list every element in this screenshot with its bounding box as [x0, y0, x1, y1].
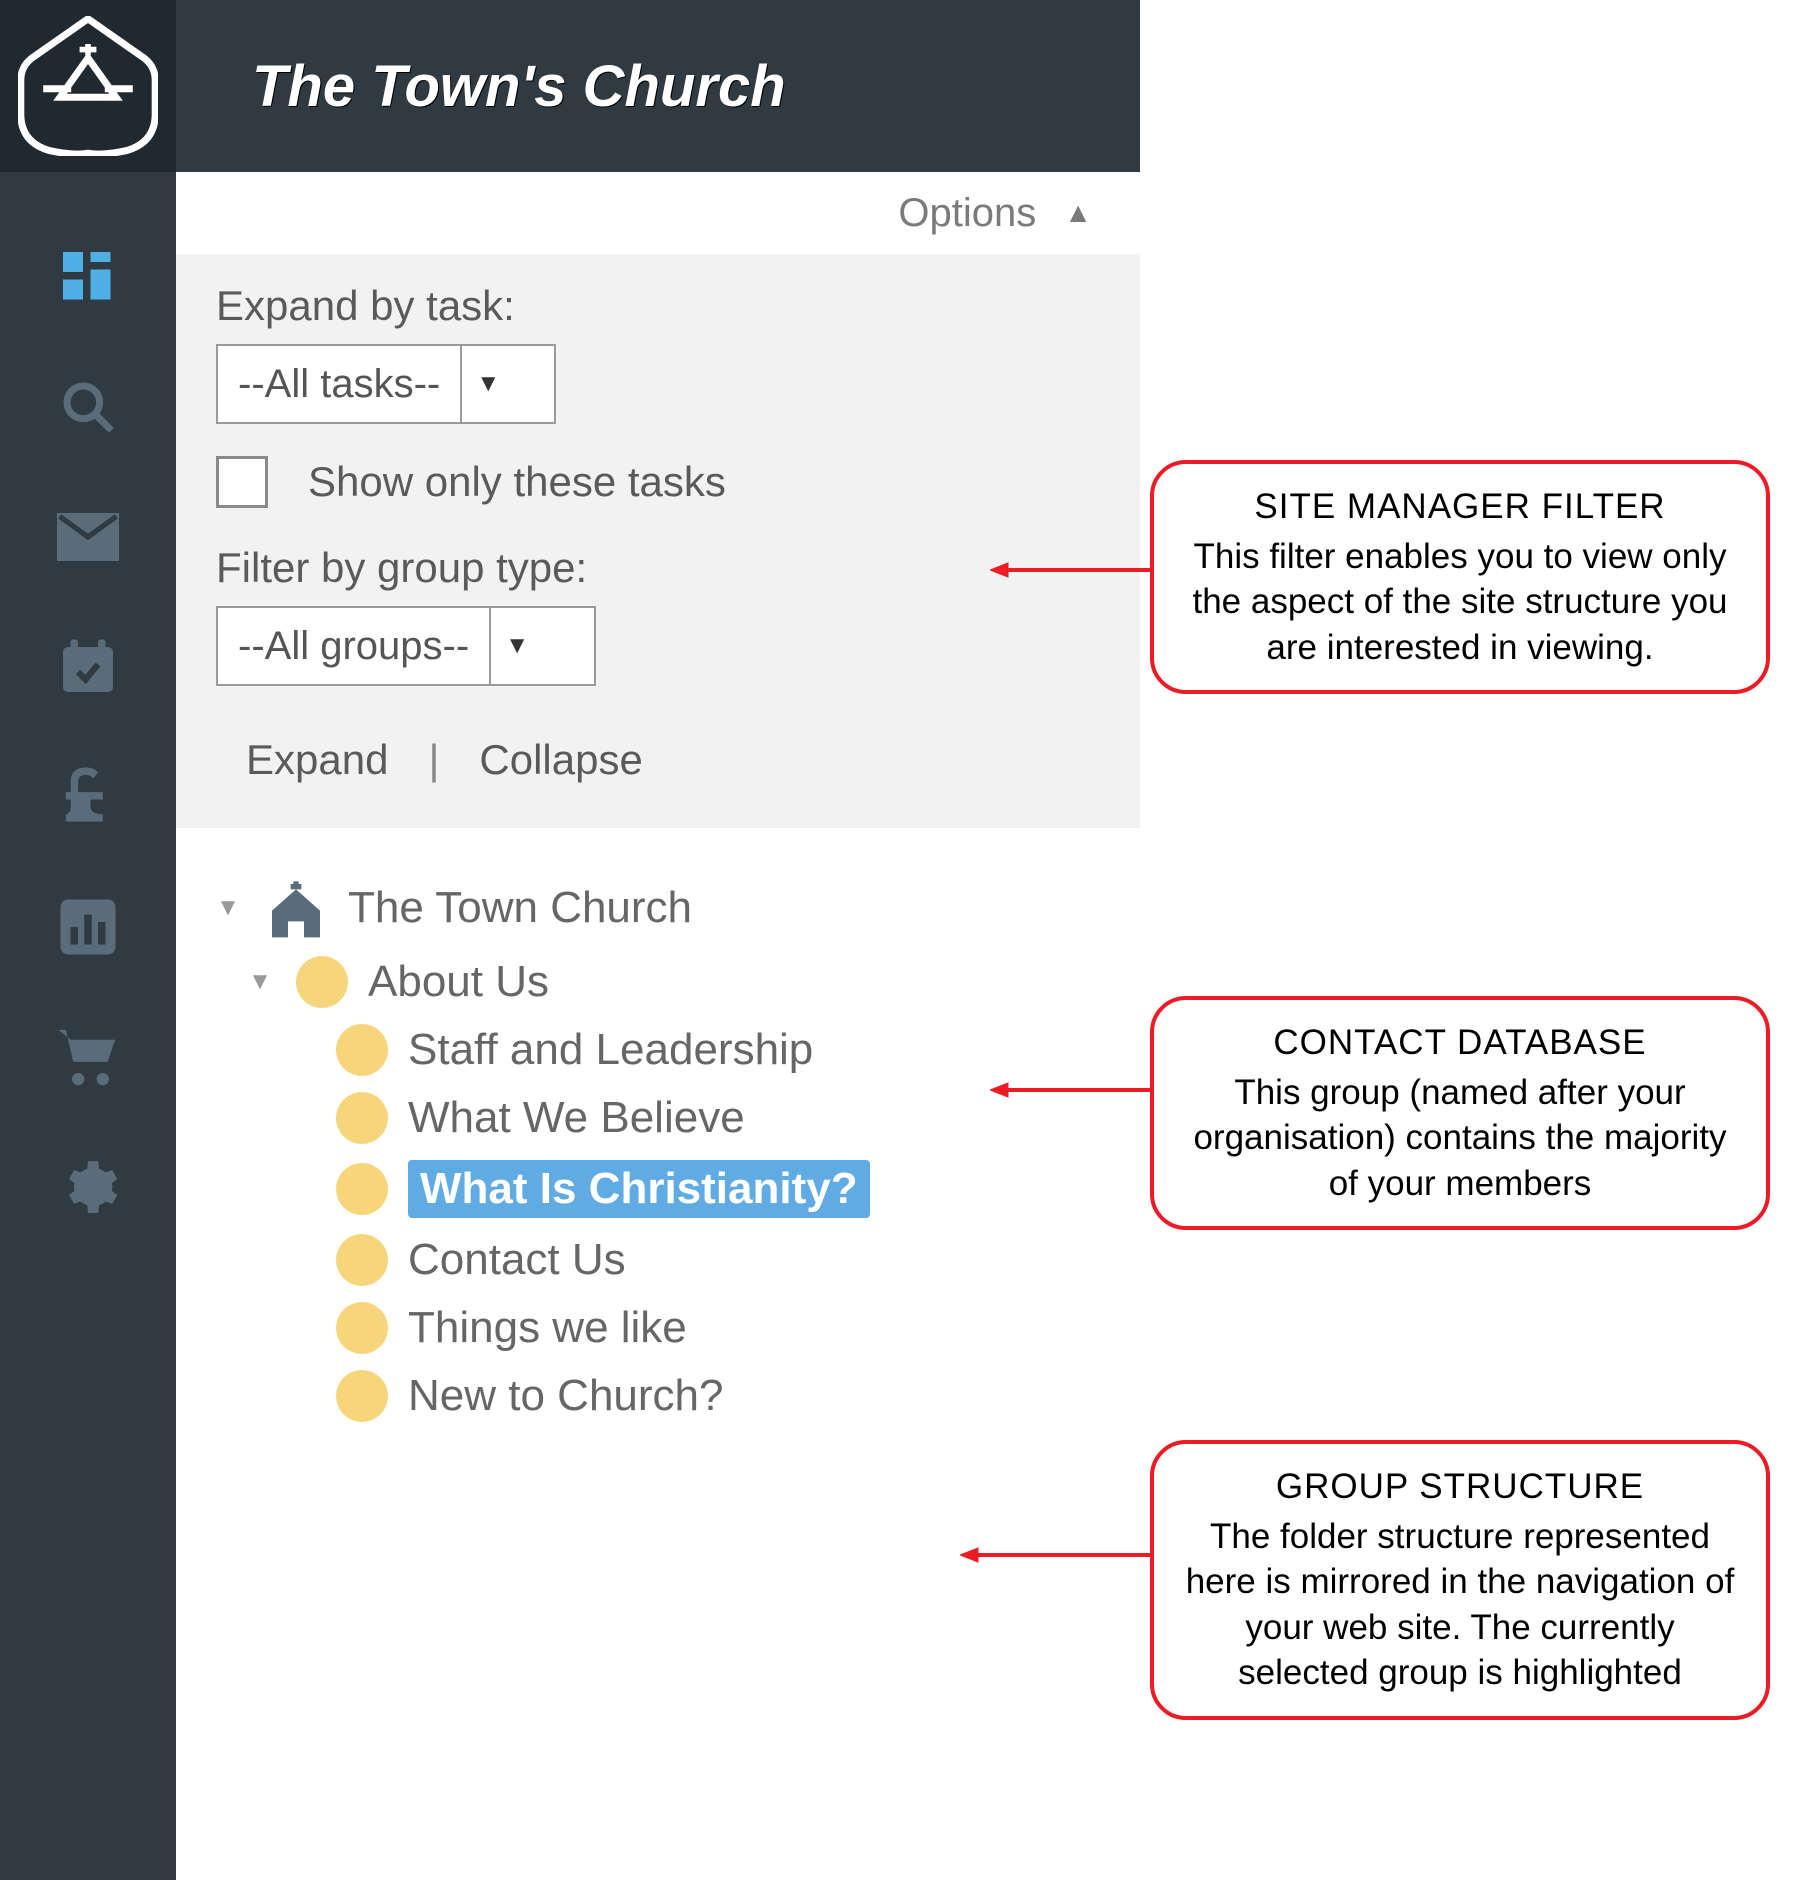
folder-icon: [336, 1163, 388, 1215]
site-tree: ▼ The Town Church ▼ About Us Staff and L…: [176, 828, 1140, 1430]
chevron-up-icon: ▲: [1064, 197, 1092, 229]
search-icon[interactable]: [53, 372, 123, 442]
tree-item-newtochurch[interactable]: New to Church?: [196, 1362, 1120, 1430]
callout-title: CONTACT DATABASE: [1182, 1020, 1738, 1066]
callout-title: GROUP STRUCTURE: [1182, 1464, 1738, 1510]
logo-container: [0, 0, 176, 172]
options-label: Options: [898, 191, 1036, 236]
folder-icon: [296, 956, 348, 1008]
filter-panel: Expand by task: --All tasks-- ▼ Show onl…: [176, 254, 1140, 828]
chevron-down-icon: ▼: [212, 894, 244, 922]
finance-icon[interactable]: [53, 762, 123, 832]
show-only-checkbox[interactable]: [216, 456, 268, 508]
folder-icon: [336, 1234, 388, 1286]
collapse-all-button[interactable]: Collapse: [479, 736, 642, 784]
callout-body: The folder structure represented here is…: [1182, 1514, 1738, 1696]
tree-item-label-selected: What Is Christianity?: [408, 1160, 870, 1218]
tree-item-believe[interactable]: What We Believe: [196, 1084, 1120, 1152]
calendar-icon[interactable]: [53, 632, 123, 702]
chevron-down-icon: ▼: [462, 370, 514, 398]
callout-filter: SITE MANAGER FILTER This filter enables …: [1150, 460, 1770, 694]
sidebar-nav: [0, 0, 176, 1880]
divider: |: [428, 736, 439, 784]
arrow-icon: [960, 1545, 1160, 1565]
tree-root-row[interactable]: ▼ The Town Church: [196, 868, 1120, 948]
tree-item-christianity[interactable]: What Is Christianity?: [196, 1152, 1120, 1226]
tree-root-label: The Town Church: [348, 883, 692, 933]
tasks-select-value: --All tasks--: [218, 346, 462, 422]
topbar: The Town's Church: [176, 0, 1140, 172]
options-toggle[interactable]: Options ▲: [176, 172, 1140, 254]
nav-icons-list: [0, 172, 176, 1222]
chevron-down-icon: ▼: [491, 632, 543, 660]
arrow-icon: [990, 560, 1160, 580]
main-column: The Town's Church Options ▲ Expand by ta…: [176, 0, 1140, 1880]
callout-body: This filter enables you to view only the…: [1182, 534, 1738, 671]
callout-database: CONTACT DATABASE This group (named after…: [1150, 996, 1770, 1230]
tasks-select[interactable]: --All tasks-- ▼: [216, 344, 556, 424]
tree-item-contact[interactable]: Contact Us: [196, 1226, 1120, 1294]
filter-by-group-label: Filter by group type:: [216, 544, 1100, 592]
chevron-down-icon: ▼: [244, 968, 276, 996]
folder-icon: [336, 1302, 388, 1354]
app-container: The Town's Church Options ▲ Expand by ta…: [0, 0, 1140, 1880]
gear-icon[interactable]: [53, 1152, 123, 1222]
groups-select[interactable]: --All groups-- ▼: [216, 606, 596, 686]
callout-title: SITE MANAGER FILTER: [1182, 484, 1738, 530]
church-icon: [264, 876, 328, 940]
mail-icon[interactable]: [53, 502, 123, 572]
groups-select-value: --All groups--: [218, 608, 491, 684]
show-only-row: Show only these tasks: [216, 456, 1100, 508]
folder-icon: [336, 1370, 388, 1422]
tree-item-about-us[interactable]: ▼ About Us: [196, 948, 1120, 1016]
expand-collapse-row: Expand | Collapse: [216, 718, 1100, 792]
page-title: The Town's Church: [252, 53, 786, 120]
logo-icon: [18, 16, 158, 156]
tree-item-label: New to Church?: [408, 1371, 723, 1421]
tree-item-label: What We Believe: [408, 1093, 745, 1143]
folder-icon: [336, 1092, 388, 1144]
expand-all-button[interactable]: Expand: [246, 736, 388, 784]
expand-by-task-label: Expand by task:: [216, 282, 1100, 330]
callout-body: This group (named after your organisatio…: [1182, 1070, 1738, 1207]
tree-item-staff[interactable]: Staff and Leadership: [196, 1016, 1120, 1084]
folder-icon: [336, 1024, 388, 1076]
tree-item-label: About Us: [368, 957, 549, 1007]
tree-item-label: Things we like: [408, 1303, 687, 1353]
cart-icon[interactable]: [53, 1022, 123, 1092]
stats-icon[interactable]: [53, 892, 123, 962]
dashboard-icon[interactable]: [53, 242, 123, 312]
tree-item-label: Staff and Leadership: [408, 1025, 813, 1075]
show-only-label: Show only these tasks: [308, 458, 726, 506]
arrow-icon: [990, 1080, 1160, 1100]
callout-structure: GROUP STRUCTURE The folder structure rep…: [1150, 1440, 1770, 1720]
tree-item-label: Contact Us: [408, 1235, 626, 1285]
tree-item-thingswelike[interactable]: Things we like: [196, 1294, 1120, 1362]
